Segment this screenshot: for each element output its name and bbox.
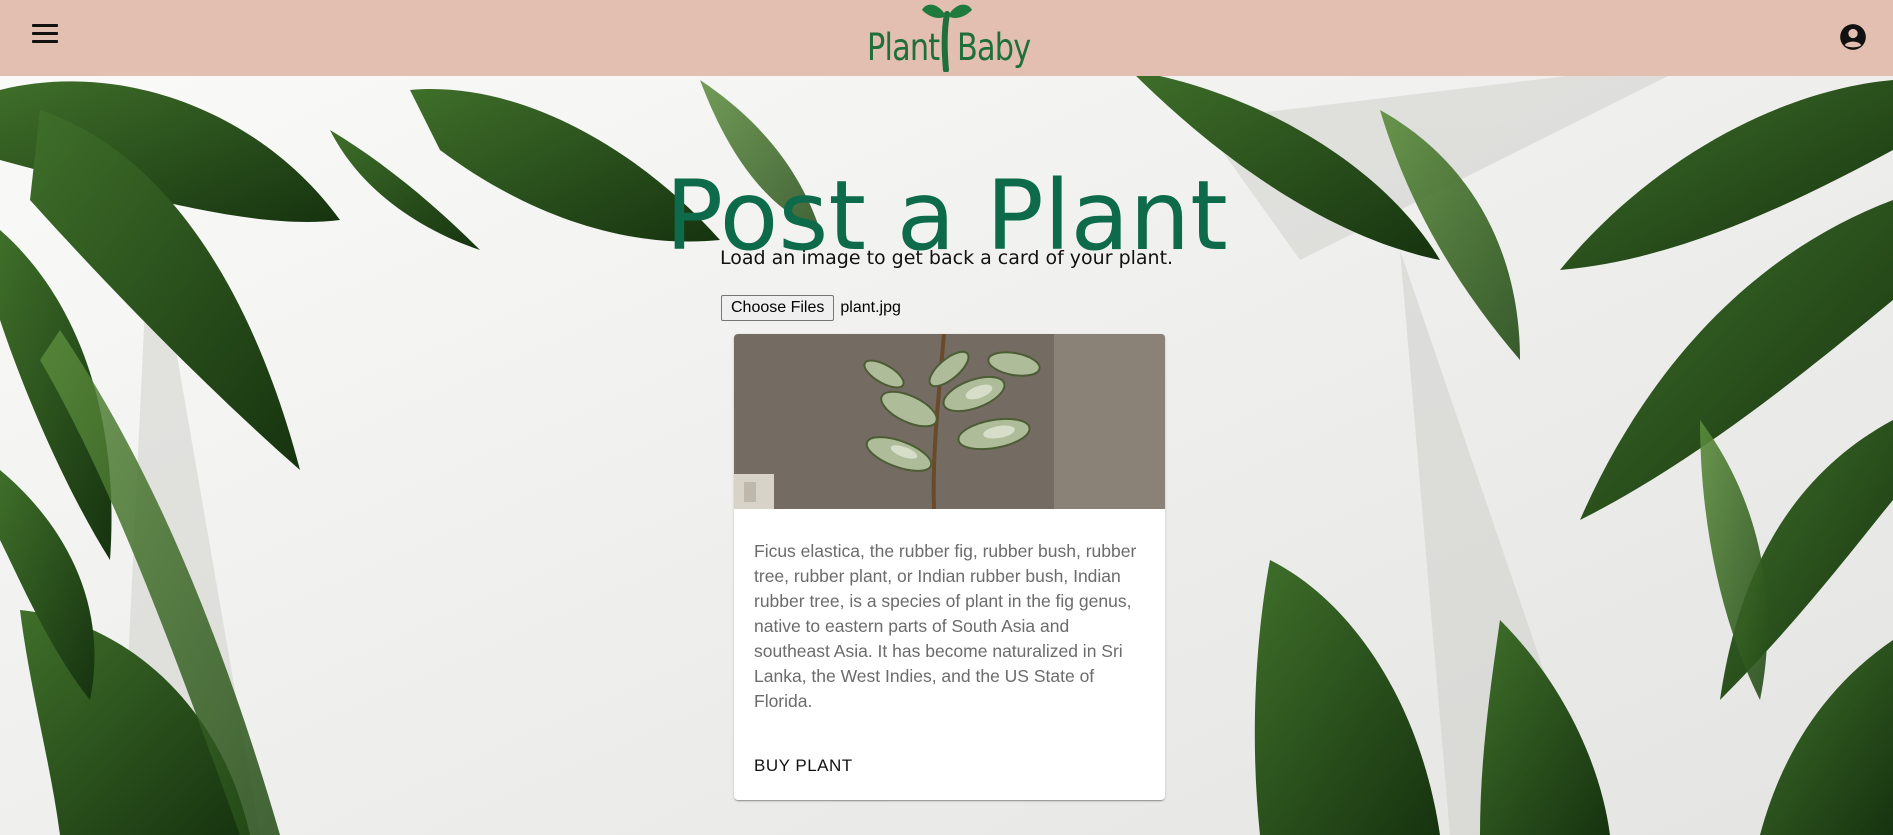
selected-file-name: plant.jpg [840,299,901,316]
instruction-text: Load an image to get back a card of your… [720,247,1174,269]
logo-word-left: Plant [867,26,940,69]
plant-description: Ficus elastica, the rubber fig, rubber b… [754,541,1137,711]
plant-photo [734,334,1165,509]
hamburger-menu-icon[interactable] [32,24,58,46]
logo-word-right: Baby [957,26,1031,69]
choose-files-button[interactable]: Choose Files [721,295,835,321]
account-circle-icon[interactable] [1839,23,1867,51]
plantbaby-logo[interactable]: Plant Baby [862,0,1032,76]
buy-plant-button[interactable]: BUY PLANT [754,756,853,776]
file-upload-control: Choose Files plant.jpg [721,295,901,321]
top-app-bar: Plant Baby [0,0,1893,76]
plant-card: Ficus elastica, the rubber fig, rubber b… [734,334,1165,800]
